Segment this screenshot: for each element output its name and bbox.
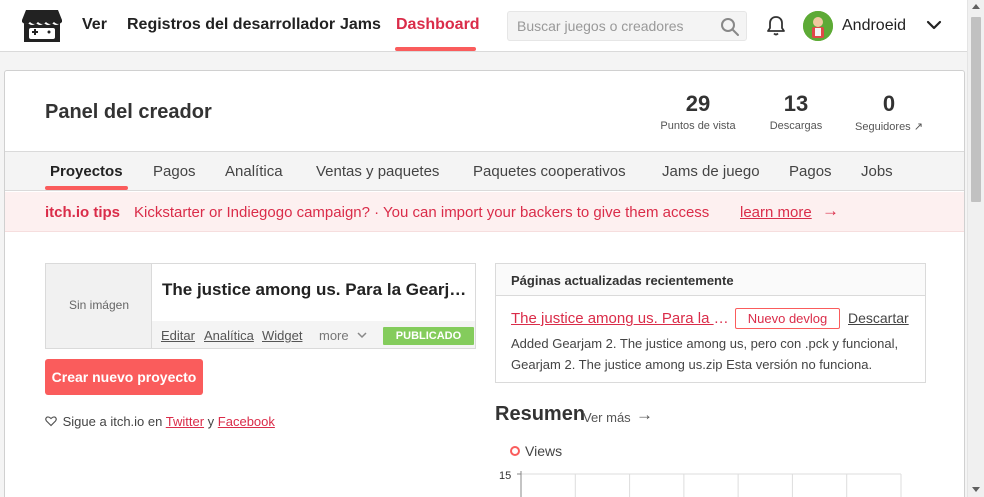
legend-label-views: Views: [525, 443, 563, 459]
stat-views-value: 29: [685, 91, 711, 116]
recently-updated-header: Páginas actualizadas recientemente: [496, 264, 925, 296]
y-tick-label: 15: [499, 470, 511, 482]
avatar-image-icon: [803, 11, 833, 41]
analytics-link[interactable]: Analítica: [204, 328, 254, 343]
stat-downloads: 13 Descargas: [765, 91, 827, 132]
nav-link-ver[interactable]: Ver: [82, 16, 107, 34]
tab-payments[interactable]: Pagos: [153, 163, 196, 180]
scroll-down-arrow-icon[interactable]: [972, 487, 980, 492]
tab-projects[interactable]: Proyectos: [50, 163, 123, 180]
tab-coop-bundles[interactable]: Paquetes cooperativos: [473, 163, 626, 180]
tab-jobs[interactable]: Jobs: [861, 163, 893, 180]
project-thumbnail[interactable]: Sin imágen: [46, 264, 152, 348]
new-devlog-button[interactable]: Nuevo devlog: [735, 308, 840, 329]
arrow-right-icon[interactable]: →: [822, 201, 839, 221]
page-scrollbar[interactable]: [967, 0, 984, 497]
legend-marker-views: [510, 446, 520, 456]
follow-and: y: [207, 414, 215, 429]
project-title-link[interactable]: The justice among us. Para la Gearjam 2: [162, 280, 467, 300]
no-image-label: Sin imágen: [68, 298, 130, 312]
widget-link[interactable]: Widget: [262, 328, 302, 343]
follow-links: Sigue a itch.io en Twitter y Facebook: [45, 414, 275, 429]
top-navigation-bar: Ver Registros del desarrollador Jams Das…: [0, 0, 967, 52]
scroll-up-arrow-icon[interactable]: [972, 4, 980, 9]
stat-views-label: Puntos de vista: [660, 120, 736, 132]
facebook-link[interactable]: Facebook: [218, 414, 275, 429]
summary-title: Resumen: [495, 403, 586, 425]
more-dropdown[interactable]: more: [319, 328, 349, 343]
tab-analytics[interactable]: Analítica: [225, 163, 283, 180]
dashboard-tabs: Proyectos Pagos Analítica Ventas y paque…: [5, 151, 964, 191]
status-badge: PUBLICADO: [383, 327, 474, 345]
chevron-down-icon[interactable]: [924, 15, 944, 35]
summary-see-more-link[interactable]: Ver más: [583, 410, 631, 425]
create-project-button[interactable]: Crear nuevo proyecto: [45, 359, 203, 395]
stat-followers[interactable]: 0 Seguidores ↗: [851, 91, 927, 133]
notifications-bell-icon[interactable]: [764, 14, 788, 38]
tab-sales-bundles[interactable]: Ventas y paquetes: [316, 163, 439, 180]
project-actions-bar: Editar Analítica Widget more PUBLICADO: [152, 321, 475, 348]
nav-link-dashboard[interactable]: Dashboard: [396, 16, 480, 34]
project-card: Sin imágen The justice among us. Para la…: [45, 263, 476, 349]
chevron-down-icon[interactable]: [356, 330, 368, 340]
search-input[interactable]: [508, 12, 713, 40]
itch-io-logo-icon[interactable]: [22, 8, 62, 44]
stat-downloads-value: 13: [783, 91, 809, 116]
tips-text: Kickstarter or Indiegogo campaign? · You…: [134, 204, 710, 221]
search-box: [507, 11, 747, 41]
tab-game-jams[interactable]: Jams de juego: [662, 163, 760, 180]
stat-views: 29 Puntos de vista: [657, 91, 739, 132]
views-chart: 15: [499, 470, 902, 497]
heart-icon: [45, 416, 57, 427]
stat-followers-value: 0: [882, 91, 896, 116]
dashboard-panel: Panel del creador 29 Puntos de vista 13 …: [4, 70, 965, 497]
recent-project-link[interactable]: The justice among us. Para la Gearjam 2: [511, 310, 729, 327]
nav-link-jams[interactable]: Jams: [340, 16, 381, 34]
user-avatar[interactable]: [803, 11, 833, 41]
nav-active-indicator: [395, 47, 476, 51]
stat-followers-label: Seguidores ↗: [855, 121, 923, 133]
edit-link[interactable]: Editar: [161, 328, 195, 343]
scroll-thumb[interactable]: [971, 17, 981, 202]
dismiss-link[interactable]: Descartar: [848, 310, 909, 326]
tips-banner: itch.io tips Kickstarter or Indiegogo ca…: [5, 192, 964, 232]
follow-prefix: Sigue a itch.io en: [62, 414, 163, 429]
tips-learn-more-link[interactable]: learn more: [740, 204, 812, 221]
username[interactable]: Androeid: [842, 17, 906, 35]
tips-label: itch.io tips: [45, 204, 120, 221]
stat-downloads-label: Descargas: [769, 120, 823, 132]
recently-updated-title: Páginas actualizadas recientemente: [511, 273, 734, 288]
recently-updated-box: Páginas actualizadas recientemente The j…: [495, 263, 926, 383]
tab-active-indicator: [45, 186, 128, 190]
external-arrow-icon: ↗: [913, 121, 923, 133]
tab-payouts[interactable]: Pagos: [789, 163, 832, 180]
recent-description: Added Gearjam 2. The justice among us, p…: [511, 336, 899, 372]
twitter-link[interactable]: Twitter: [166, 414, 204, 429]
arrow-right-icon[interactable]: →: [636, 405, 653, 425]
page-title: Panel del creador: [45, 101, 212, 123]
nav-link-devlogs[interactable]: Registros del desarrollador: [127, 16, 335, 34]
search-icon[interactable]: [719, 16, 741, 38]
